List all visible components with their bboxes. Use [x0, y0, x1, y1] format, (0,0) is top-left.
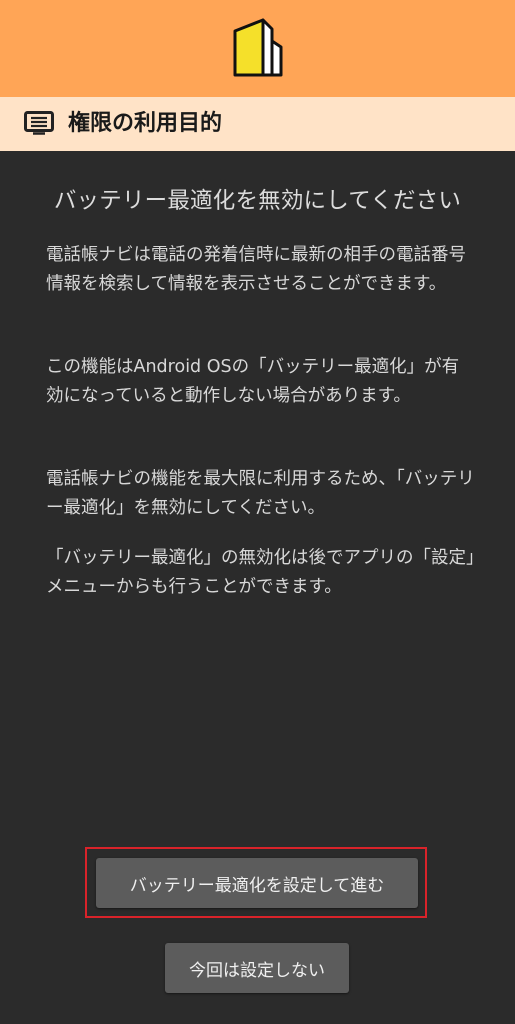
paragraph-2: この機能はAndroid OSの「バッテリー最適化」が有効になっていると動作しな…	[46, 357, 460, 406]
page-title: バッテリー最適化を無効にしてください	[53, 188, 462, 214]
paragraph-3: 電話帳ナビの機能を最大限に利用するため、「バッテリー最適化」を無効にしてください…	[46, 469, 475, 518]
paragraph-1: 電話帳ナビは電話の発着信時に最新の相手の電話番号情報を検索して情報を表示させるこ…	[46, 245, 466, 294]
top-app-bar	[0, 0, 515, 97]
set-battery-optimization-button[interactable]: バッテリー最適化を設定して進む	[96, 858, 418, 908]
paragraph-4: 「バッテリー最適化」の無効化は後でアプリの「設定」メニューからも行うことができま…	[46, 548, 475, 597]
building-logo-icon	[233, 18, 283, 77]
section-header: 権限の利用目的	[0, 97, 515, 151]
document-list-icon	[24, 111, 54, 135]
section-title: 権限の利用目的	[68, 111, 223, 136]
skip-setting-button[interactable]: 今回は設定しない	[165, 943, 349, 993]
